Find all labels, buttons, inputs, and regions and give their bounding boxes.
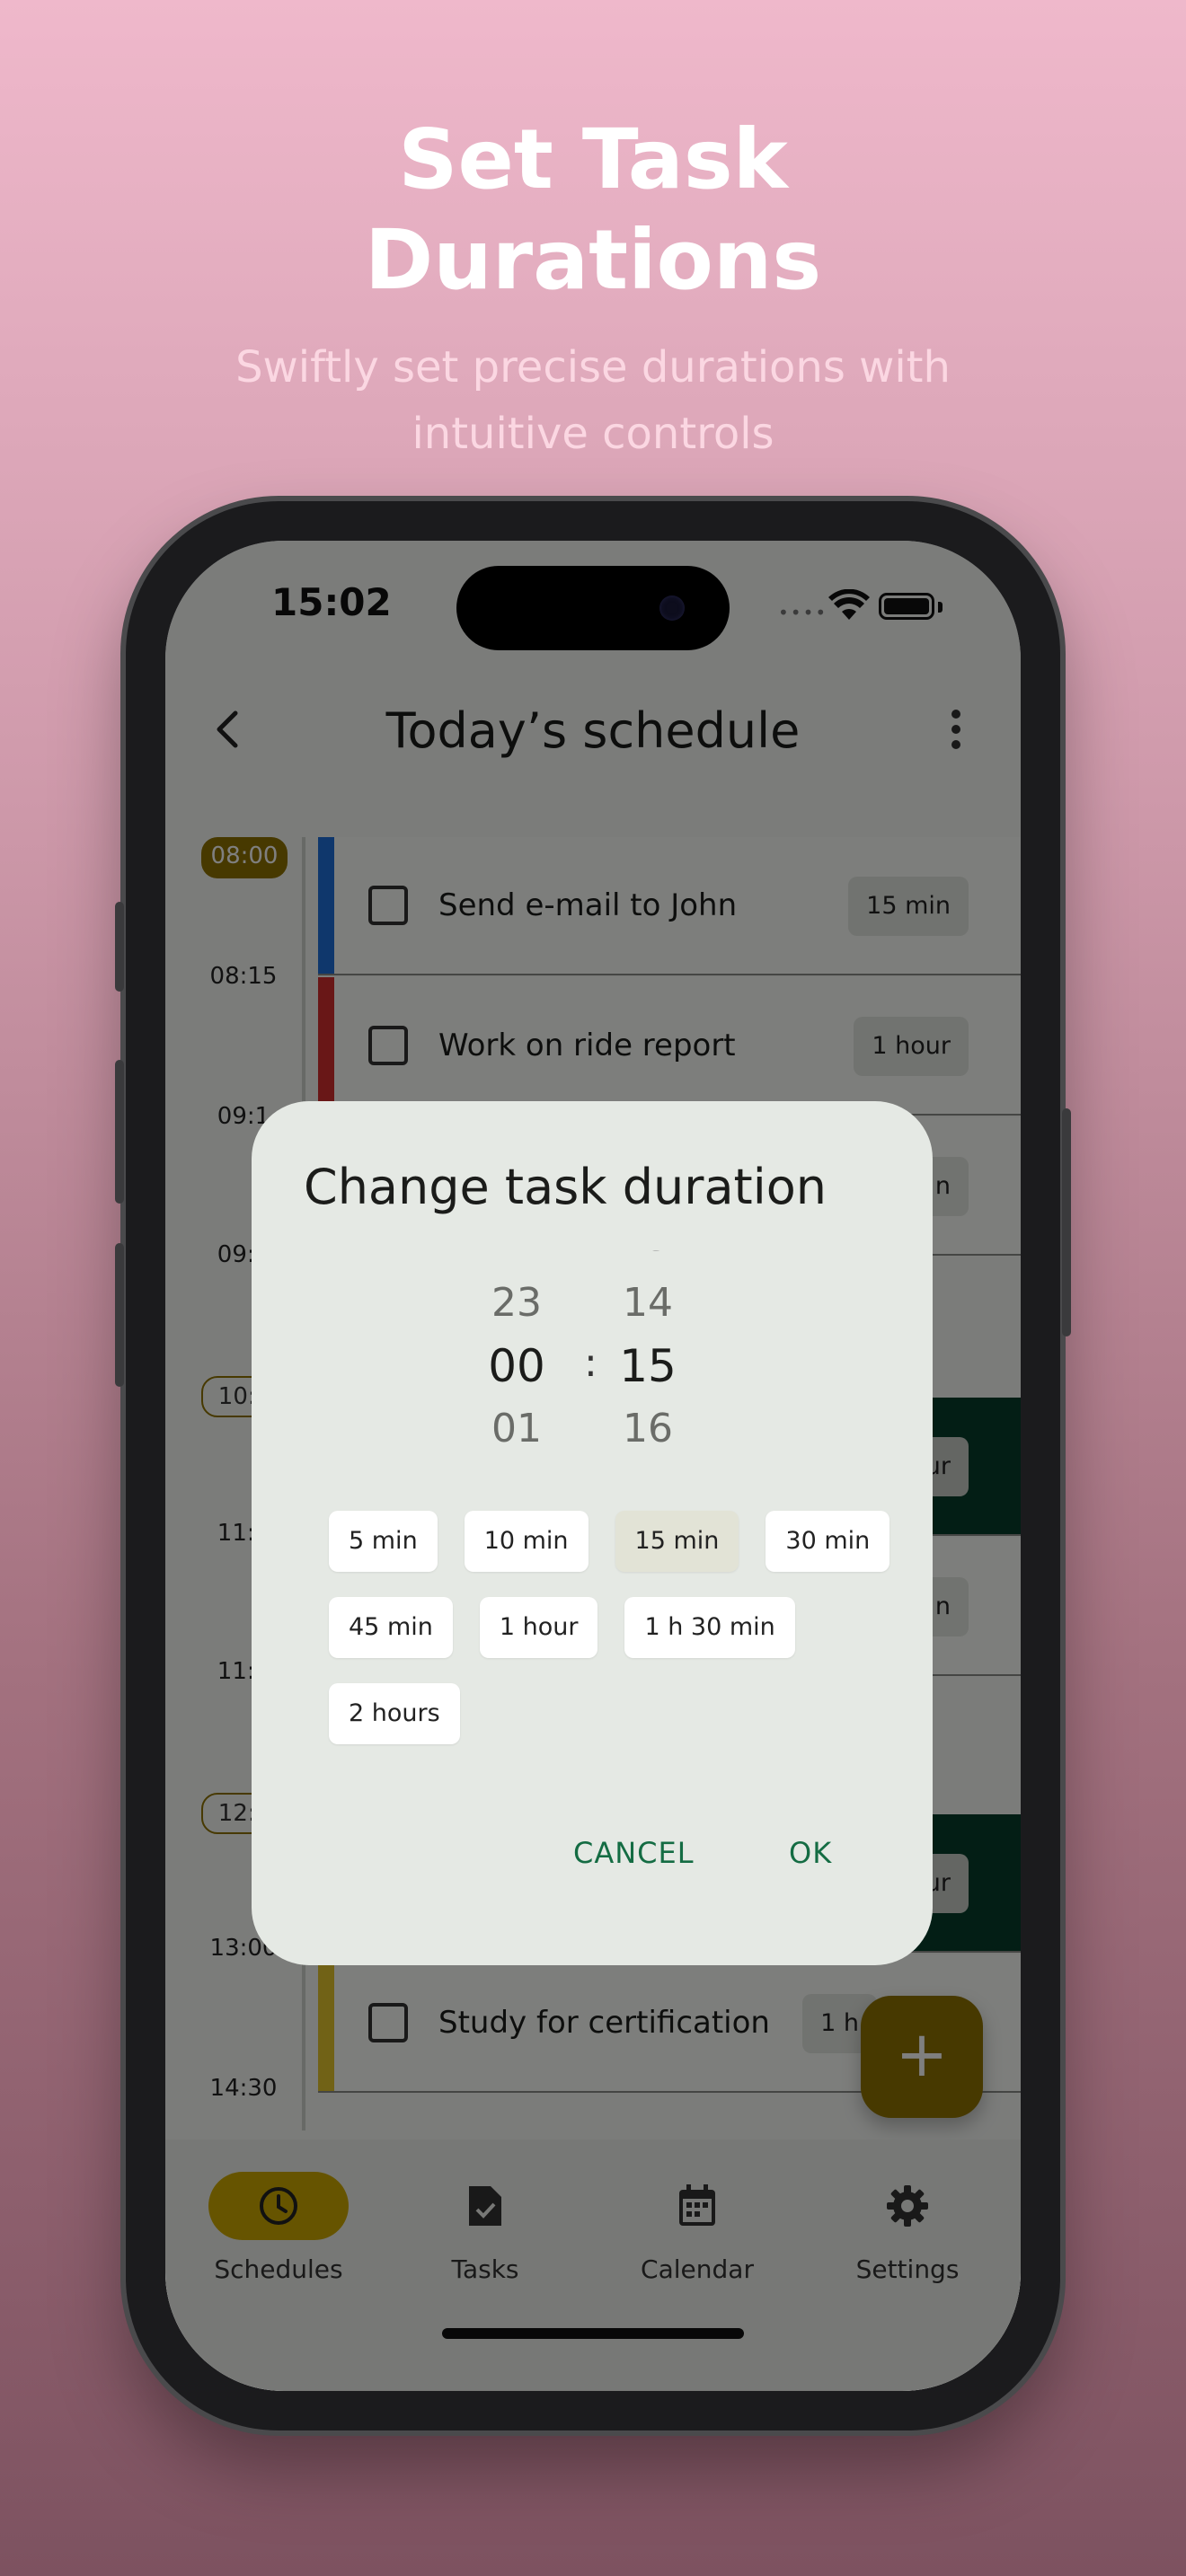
hero-subtitle: Swiftly set precise durations with intui… xyxy=(0,334,1186,467)
preset-chip[interactable]: 1 hour xyxy=(479,1597,598,1658)
phone-frame: 15:02 •••• Today’s schedule xyxy=(115,501,1071,2430)
power-button xyxy=(1062,1108,1071,1337)
hero-title-line-1: Set Task xyxy=(398,111,788,207)
preset-chip[interactable]: 2 hours xyxy=(329,1683,460,1744)
hours-wheel[interactable]: 22 23 00 01 02 xyxy=(476,1250,557,1478)
minutes-wheel[interactable]: 13 14 15 16 17 xyxy=(607,1250,688,1478)
picker-separator: : xyxy=(584,1340,597,1386)
ok-button[interactable]: OK xyxy=(789,1836,832,1870)
dialog-title: Change task duration xyxy=(304,1159,827,1215)
hours-option[interactable]: 01 xyxy=(476,1398,557,1460)
preset-chip-selected[interactable]: 15 min xyxy=(615,1511,739,1572)
volume-down-button xyxy=(115,1243,124,1387)
hero-subtitle-line-2: intuitive controls xyxy=(412,409,774,459)
preset-chip[interactable]: 10 min xyxy=(464,1511,589,1572)
preset-chip[interactable]: 45 min xyxy=(329,1597,453,1658)
volume-up-button xyxy=(115,1060,124,1204)
minutes-option[interactable]: 17 xyxy=(607,1460,688,1478)
minutes-option[interactable]: 16 xyxy=(607,1398,688,1460)
preset-chip[interactable]: 30 min xyxy=(766,1511,890,1572)
preset-row: 5 min 10 min 15 min 30 min xyxy=(329,1511,890,1572)
minutes-option[interactable]: 14 xyxy=(607,1272,688,1335)
hero-subtitle-line-1: Swiftly set precise durations with xyxy=(235,342,951,393)
preset-chip[interactable]: 5 min xyxy=(329,1511,438,1572)
minutes-selected[interactable]: 15 xyxy=(607,1335,688,1398)
hours-option[interactable]: 02 xyxy=(476,1460,557,1478)
preset-row: 45 min 1 hour 1 h 30 min xyxy=(329,1597,795,1658)
action-button xyxy=(115,902,124,992)
phone-screen: 15:02 •••• Today’s schedule xyxy=(165,541,1021,2391)
hero-title: Set Task Durations xyxy=(0,110,1186,311)
hours-option[interactable]: 22 xyxy=(476,1250,557,1272)
preset-row: 2 hours xyxy=(329,1683,460,1744)
minutes-option[interactable]: 13 xyxy=(607,1250,688,1272)
cancel-button[interactable]: CANCEL xyxy=(573,1836,695,1870)
duration-picker[interactable]: 22 23 00 01 02 : 13 14 15 16 17 xyxy=(252,1250,933,1478)
preset-chip[interactable]: 1 h 30 min xyxy=(624,1597,795,1658)
change-duration-dialog: Change task duration 22 23 00 01 02 : 13… xyxy=(252,1101,933,1965)
hours-selected[interactable]: 00 xyxy=(476,1335,557,1398)
hero-title-line-2: Durations xyxy=(364,212,822,308)
hours-option[interactable]: 23 xyxy=(476,1272,557,1335)
